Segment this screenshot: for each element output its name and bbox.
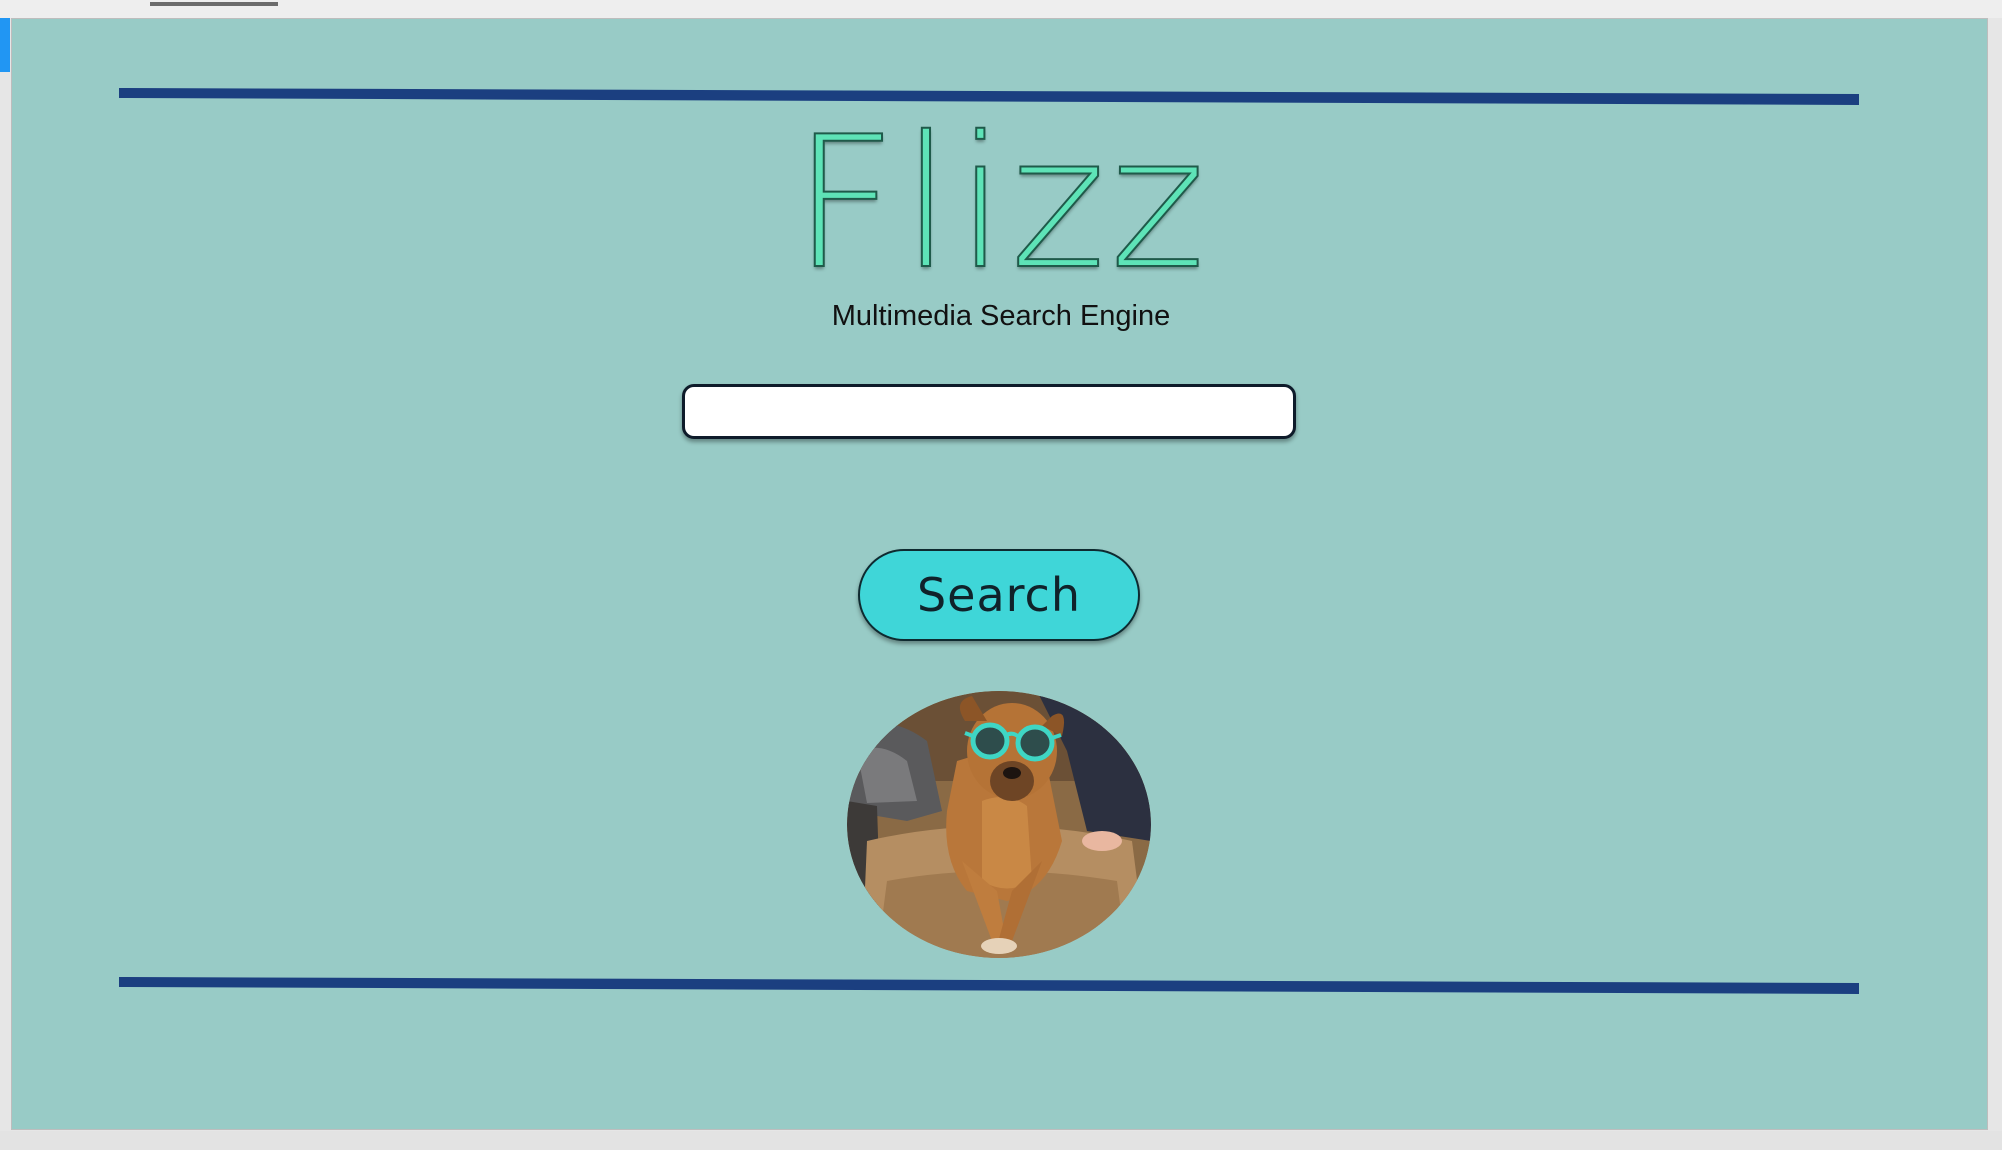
dog-photo: [847, 691, 1151, 958]
search-input[interactable]: [682, 384, 1296, 439]
search-button[interactable]: Search: [858, 549, 1140, 641]
dog-with-sunglasses-image: [847, 691, 1151, 958]
tagline: Multimedia Search Engine: [831, 300, 1171, 332]
window-bottom-edge: [0, 1131, 2002, 1150]
browser-top-strip: [0, 0, 2002, 18]
logo-title: Flizz: [792, 97, 1210, 309]
side-handle[interactable]: [0, 18, 10, 72]
active-tab-indicator[interactable]: [150, 2, 278, 6]
